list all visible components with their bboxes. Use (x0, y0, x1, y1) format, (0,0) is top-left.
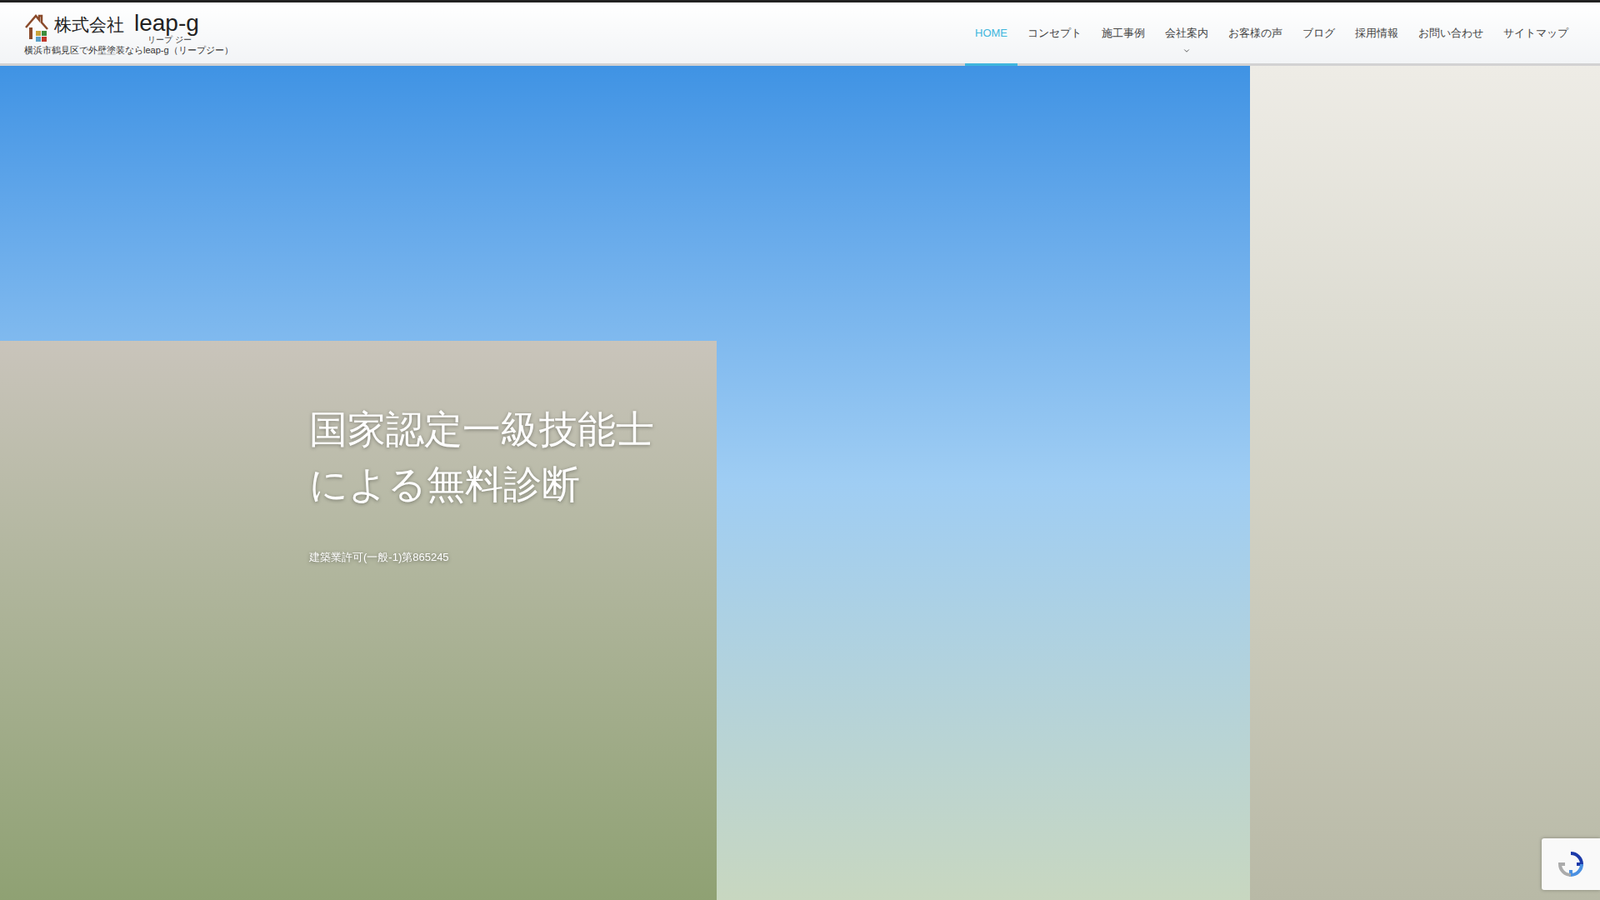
main-nav: HOMEコンセプト施工事例会社案内お客様の声ブログ採用情報お問い合わせサイトマッ… (965, 2, 1579, 64)
brand-reading: リープ ジー (54, 35, 200, 45)
hero-text: 国家認定一級技能士による無料診断建築業許可(一般-1)第865245 (0, 65, 1600, 566)
page: 株式会社 leap-gリープ ジー横浜市鶴見区で外壁塗装ならleap-g（リープジ… (0, 0, 1600, 900)
recaptcha-badge[interactable] (1541, 838, 1600, 890)
nav-item[interactable]: 会社案内 (1155, 2, 1219, 64)
company-type: 株式会社 (54, 15, 125, 34)
tagline: 横浜市鶴見区で外壁塗装ならleap-g（リープジー） (24, 45, 234, 55)
nav-item[interactable]: サイトマップ (1493, 2, 1579, 64)
nav-item[interactable]: ブログ (1292, 2, 1345, 64)
nav-item[interactable]: HOME (965, 2, 1018, 64)
brand-name: leap-g (134, 11, 200, 35)
recaptcha-icon (1556, 850, 1585, 879)
hero: 国家認定一級技能士による無料診断建築業許可(一般-1)第865245 (0, 65, 1600, 900)
hero-headline: 国家認定一級技能士 (309, 401, 1600, 457)
nav-item[interactable]: 施工事例 (1091, 2, 1155, 64)
chevron-down-icon (1182, 46, 1191, 55)
hero-headline: による無料診断 (309, 456, 1600, 512)
nav-item[interactable]: コンセプト (1017, 2, 1092, 64)
nav-item[interactable]: お問い合わせ (1408, 2, 1494, 64)
nav-item[interactable]: お客様の声 (1218, 2, 1293, 64)
license-number: 建築業許可(一般-1)第865245 (309, 549, 1600, 566)
logo[interactable]: 株式会社 leap-gリープ ジー横浜市鶴見区で外壁塗装ならleap-g（リープジ… (24, 2, 234, 64)
house-logo-icon (24, 10, 51, 45)
site-header: 株式会社 leap-gリープ ジー横浜市鶴見区で外壁塗装ならleap-g（リープジ… (0, 0, 1600, 66)
nav-item[interactable]: 採用情報 (1345, 2, 1409, 64)
hero-photo (0, 65, 1600, 900)
